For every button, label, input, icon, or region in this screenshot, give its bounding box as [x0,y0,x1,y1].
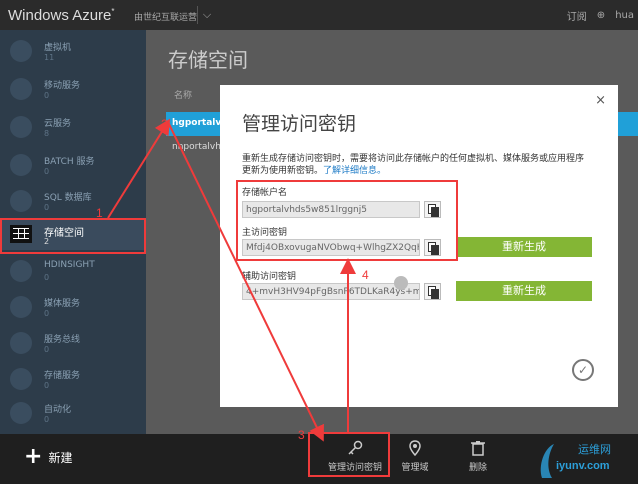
watermark-text: 运维网 [578,443,611,456]
watermark-url: iyunv.com [556,460,610,472]
annotation-arrows [107,118,356,442]
